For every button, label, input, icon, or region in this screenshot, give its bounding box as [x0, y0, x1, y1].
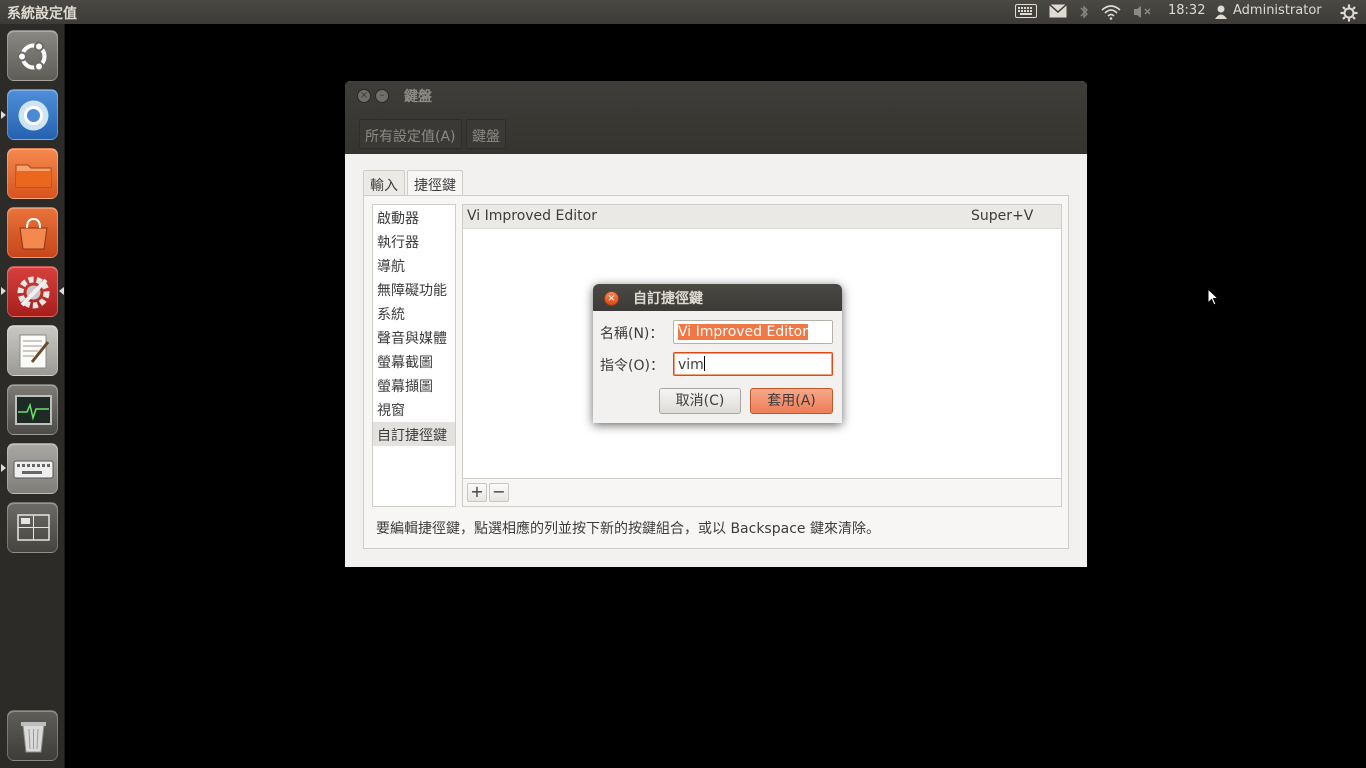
focused-indicator [59, 287, 64, 295]
command-field[interactable]: vim [673, 352, 833, 376]
files-icon[interactable] [7, 148, 58, 199]
category-item[interactable]: 系統 [373, 301, 455, 325]
shortcut-keys[interactable]: Super+V [971, 208, 1033, 224]
apply-button[interactable]: 套用(A) [750, 388, 833, 414]
running-indicator [1, 464, 6, 472]
category-item[interactable]: 視窗 [373, 397, 455, 421]
app-title: 系統設定值 [7, 6, 77, 22]
mail-icon[interactable] [1049, 3, 1069, 20]
tab-shortcuts[interactable]: 捷徑鍵 [407, 170, 463, 197]
category-item[interactable]: 啟動器 [373, 205, 455, 229]
shortcut-toolbar: + − [462, 478, 1062, 507]
dialog-title: 自訂捷徑鍵 [633, 291, 703, 307]
window-titlebar: × – 鍵盤 所有設定值(A) 鍵盤 [345, 81, 1087, 154]
cancel-button[interactable]: 取消(C) [659, 388, 741, 414]
category-item[interactable]: 無障礙功能 [373, 277, 455, 301]
tab-input[interactable]: 輸入 [363, 170, 405, 196]
shortcut-name: Vi Improved Editor [467, 208, 597, 224]
system-settings-icon[interactable] [7, 266, 58, 317]
category-item[interactable]: 導航 [373, 253, 455, 277]
category-list: 啟動器 執行器 導航 無障礙功能 系統 聲音與媒體 螢幕截圖 螢幕擷圖 視窗 自… [372, 204, 456, 507]
name-label: 名稱(N)： [600, 326, 664, 342]
user-icon [1214, 4, 1234, 20]
workspace-switcher-icon[interactable] [7, 502, 58, 553]
user-name[interactable]: Administrator [1233, 3, 1322, 18]
minimize-icon[interactable]: – [375, 89, 389, 103]
top-panel: 系統設定值 18:32 Administrator [0, 0, 1366, 24]
wifi-icon[interactable] [1101, 4, 1121, 20]
running-indicator [1, 287, 6, 295]
category-item[interactable]: 螢幕擷圖 [373, 373, 455, 397]
keyboard-settings-icon[interactable] [7, 443, 58, 494]
chromium-browser-icon[interactable] [7, 89, 58, 140]
text-editor-icon[interactable] [7, 325, 58, 376]
name-field-value: Vi Improved Editor [678, 324, 808, 340]
breadcrumb-keyboard[interactable]: 鍵盤 [466, 119, 506, 149]
clock[interactable]: 18:32 [1168, 3, 1205, 18]
name-field[interactable]: Vi Improved Editor [673, 320, 833, 344]
bluetooth-icon[interactable] [1079, 4, 1099, 20]
launcher [0, 24, 65, 768]
power-gear-icon[interactable] [1340, 4, 1360, 22]
shortcut-row[interactable]: Vi Improved Editor Super+V [463, 205, 1061, 229]
custom-shortcut-dialog: × 自訂捷徑鍵 名稱(N)： Vi Improved Editor 指令(O)：… [593, 284, 842, 423]
mouse-pointer-icon [1207, 287, 1220, 306]
command-field-value: vim [678, 357, 704, 373]
running-indicator [1, 111, 6, 119]
category-item-custom-selected[interactable]: 自訂捷徑鍵 [373, 422, 455, 446]
volume-muted-icon[interactable] [1133, 4, 1153, 20]
hint-text: 要編輯捷徑鍵，點選相應的列並按下新的按鍵組合，或以 Backspace 鍵來清除… [376, 521, 880, 537]
keyboard-icon[interactable] [1015, 4, 1037, 20]
category-item[interactable]: 執行器 [373, 229, 455, 253]
remove-shortcut-button[interactable]: − [489, 483, 509, 502]
close-icon[interactable]: × [604, 291, 619, 306]
ubuntu-dash-icon[interactable] [7, 30, 58, 81]
category-item[interactable]: 螢幕截圖 [373, 349, 455, 373]
text-caret [703, 356, 705, 371]
close-icon[interactable]: × [357, 89, 371, 103]
window-title: 鍵盤 [404, 89, 432, 105]
command-label: 指令(O)： [600, 358, 664, 374]
category-item[interactable]: 聲音與媒體 [373, 325, 455, 349]
system-monitor-icon[interactable] [7, 384, 58, 435]
add-shortcut-button[interactable]: + [467, 483, 487, 502]
software-center-icon[interactable] [7, 207, 58, 258]
trash-icon[interactable] [7, 710, 58, 761]
dialog-titlebar: × 自訂捷徑鍵 [593, 284, 842, 311]
breadcrumb-all-settings[interactable]: 所有設定值(A) [359, 119, 462, 149]
